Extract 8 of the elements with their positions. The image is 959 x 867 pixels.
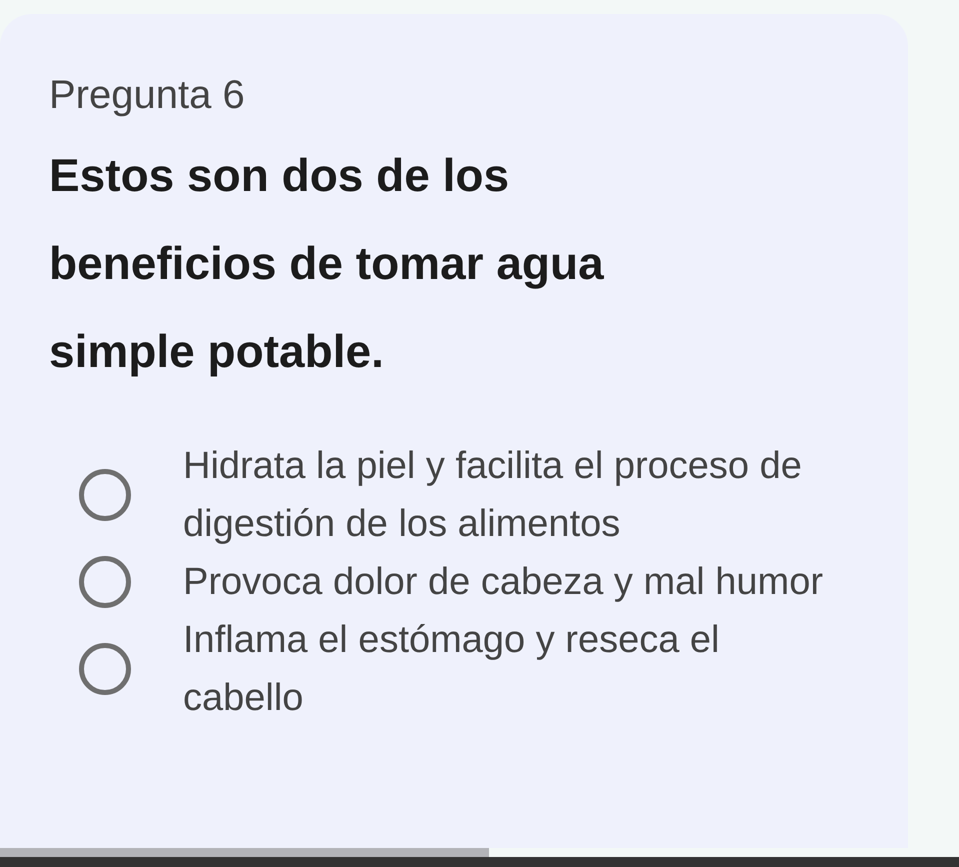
radio-button[interactable]	[79, 643, 131, 695]
option-label[interactable]: Provoca dolor de cabeza y mal humor	[183, 553, 823, 611]
question-number: Pregunta 6	[49, 72, 246, 119]
option-label[interactable]: Hidrata la piel y facilita el proceso de digestión de los alimentos	[183, 437, 823, 553]
question-text: Estos son dos de los beneficios de tomar agua simple potable.	[49, 148, 605, 379]
radio-button[interactable]	[79, 469, 131, 521]
radio-button[interactable]	[79, 556, 131, 608]
option-label[interactable]: Inflama el estómago y reseca el cabello	[183, 611, 823, 727]
